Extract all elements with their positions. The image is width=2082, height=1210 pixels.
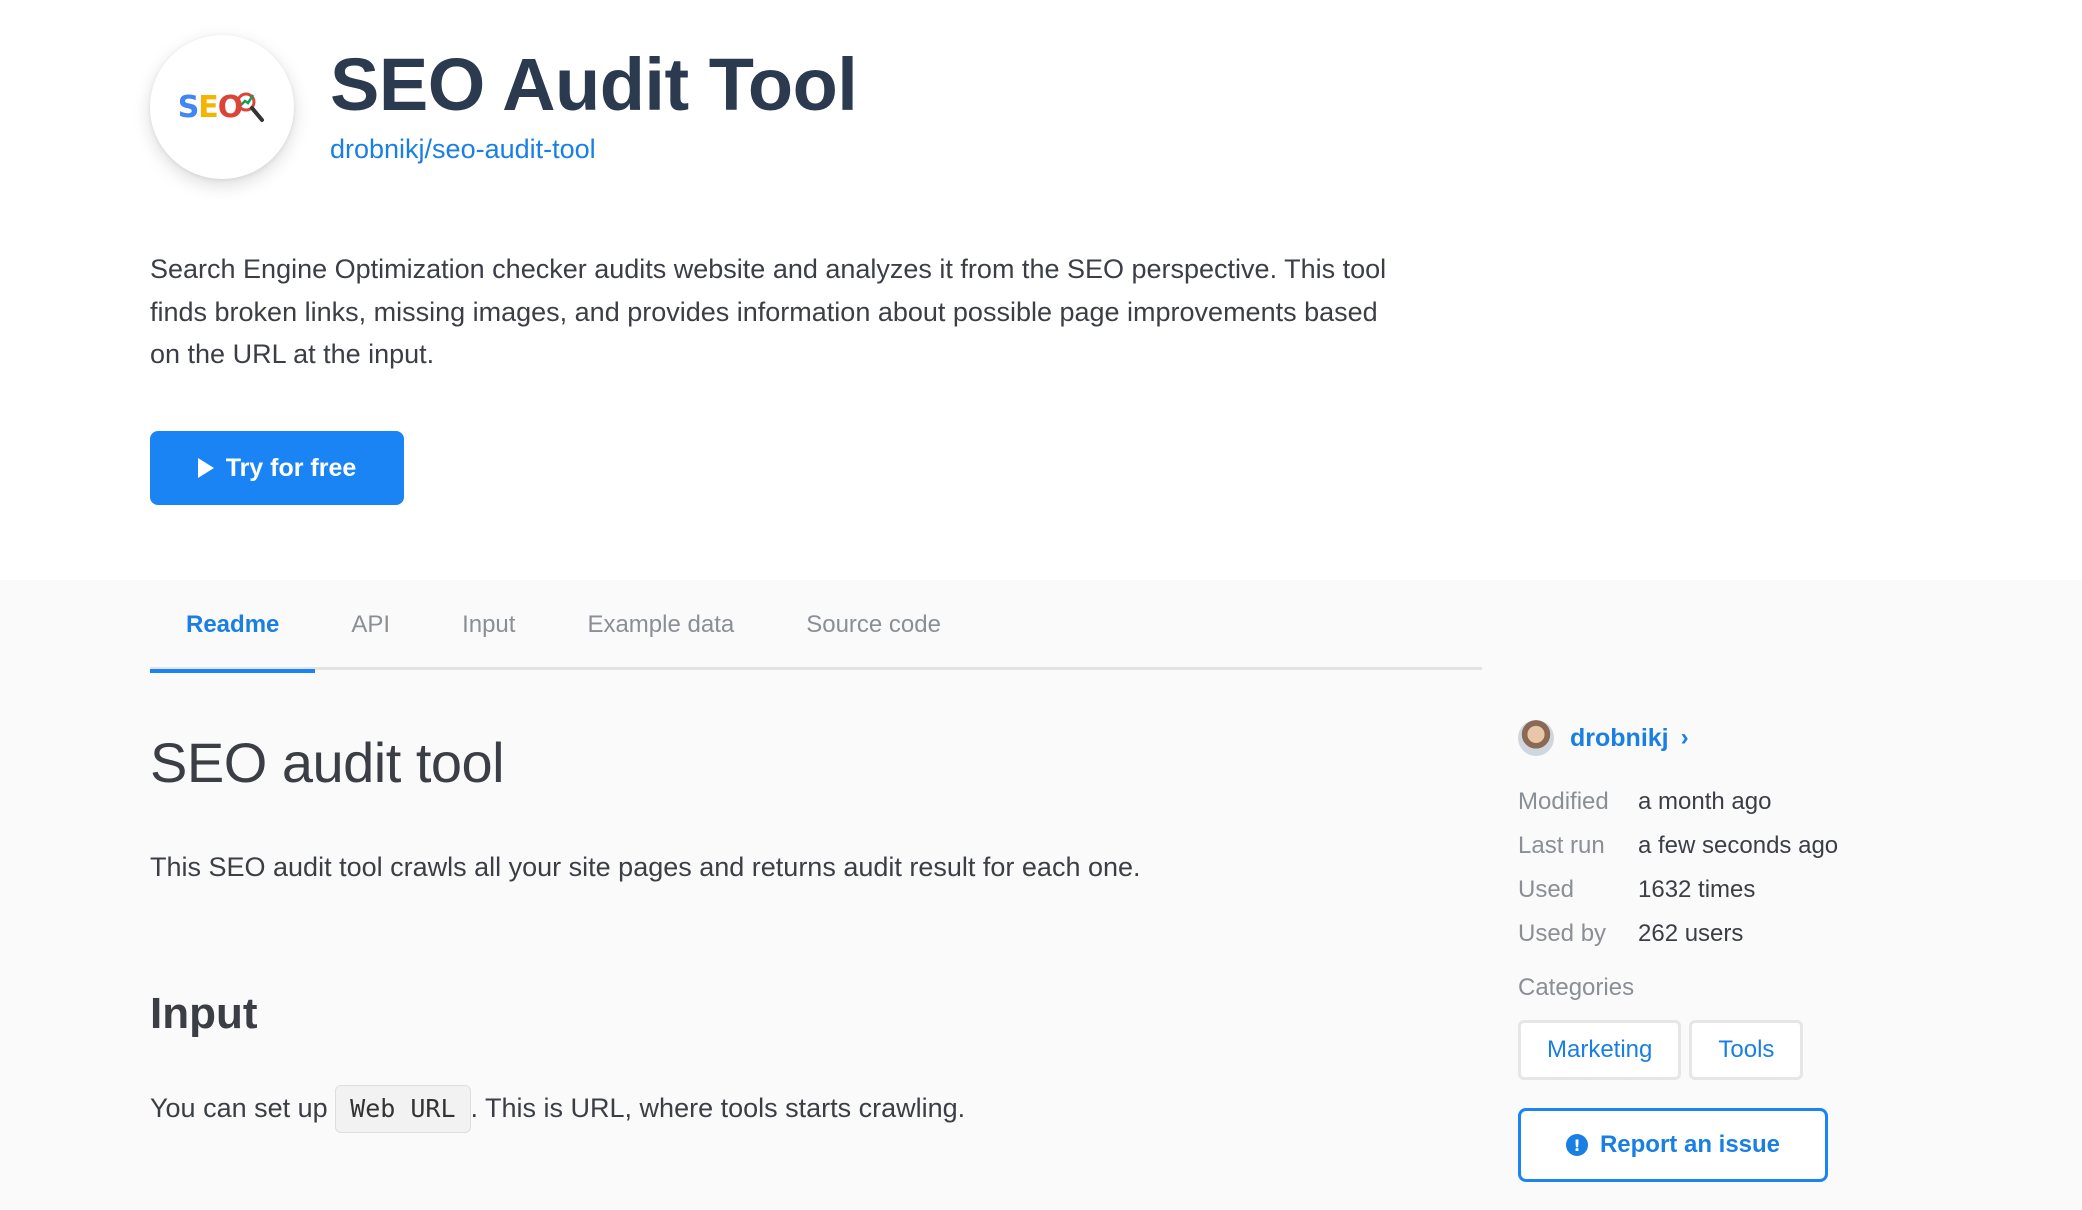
stat-key: Used <box>1518 876 1575 903</box>
stat-row: Last run a few seconds ago <box>1518 824 1998 868</box>
seo-logo: S E O <box>178 90 267 125</box>
stat-key: Last run <box>1518 832 1605 859</box>
category-marketing[interactable]: Marketing <box>1518 1020 1682 1080</box>
stat-value: a month ago <box>1638 788 1772 815</box>
actor-description: Search Engine Optimization checker audit… <box>150 254 1387 369</box>
input-text-after: . This is URL, where tools starts crawli… <box>470 1093 966 1123</box>
stat-row: Used by 262 users <box>1518 912 1998 956</box>
stat-value: a few seconds ago <box>1638 832 1839 859</box>
stat-key: Used by <box>1518 920 1607 947</box>
chevron-right-icon: › <box>1680 724 1689 751</box>
actor-stats: Modified a month ago Last run a few seco… <box>1518 780 1998 956</box>
tab-input[interactable]: Input <box>426 580 551 670</box>
actor-logo: S E O <box>150 35 294 179</box>
play-icon <box>197 458 214 478</box>
actor-header: S E O SEO Audit Tool drobnikj/seo-audit-… <box>0 0 2082 580</box>
author-name: drobnikj <box>1570 723 1669 752</box>
author-link[interactable]: drobnikj › <box>1518 716 1998 760</box>
page: S E O SEO Audit Tool drobnikj/seo-audit-… <box>0 0 2082 1210</box>
web-url-code: Web URL <box>335 1085 471 1133</box>
try-for-free-button[interactable]: Try for free <box>150 431 404 505</box>
stat-key: Modified <box>1518 788 1609 815</box>
avatar <box>1518 720 1554 756</box>
category-list: Marketing Tools <box>1518 1020 1998 1080</box>
detail-section: Readme API Input Example data Source cod… <box>0 580 2082 1210</box>
report-button-label: Report an issue <box>1599 1131 1781 1158</box>
logo-letter-e: E <box>198 89 218 125</box>
actor-sidebar: drobnikj › Modified a month ago Last run… <box>1518 716 1998 1182</box>
tab-api[interactable]: API <box>315 580 426 670</box>
logo-letter-o: O <box>217 89 243 125</box>
try-button-label: Try for free <box>225 453 357 482</box>
tab-bar: Readme API Input Example data Source cod… <box>150 580 1482 673</box>
readme-intro: This SEO audit tool crawls all your site… <box>150 852 1141 882</box>
readme-content: SEO audit tool This SEO audit tool crawl… <box>150 730 1450 1133</box>
input-text-before: You can set up <box>150 1093 336 1123</box>
category-tools[interactable]: Tools <box>1689 1020 1804 1080</box>
readme-heading: SEO audit tool <box>150 731 505 794</box>
tab-example-data[interactable]: Example data <box>551 580 770 670</box>
logo-letter-s: S <box>177 89 200 125</box>
stat-value: 262 users <box>1638 920 1744 947</box>
page-title: SEO Audit Tool <box>330 43 858 126</box>
stat-row: Modified a month ago <box>1518 780 1998 824</box>
stat-value: 1632 times <box>1638 876 1756 903</box>
tab-readme[interactable]: Readme <box>150 580 316 673</box>
repo-link[interactable]: drobnikj/seo-audit-tool <box>330 134 596 165</box>
tab-source-code[interactable]: Source code <box>770 580 977 670</box>
stat-row: Used 1632 times <box>1518 868 1998 912</box>
input-description: You can set up Web URL. This is URL, whe… <box>150 1085 1450 1133</box>
report-issue-button[interactable]: ! Report an issue <box>1518 1108 1828 1182</box>
categories-label: Categories <box>1518 974 1635 1001</box>
input-heading: Input <box>150 989 258 1038</box>
alert-icon: ! <box>1565 1134 1588 1156</box>
